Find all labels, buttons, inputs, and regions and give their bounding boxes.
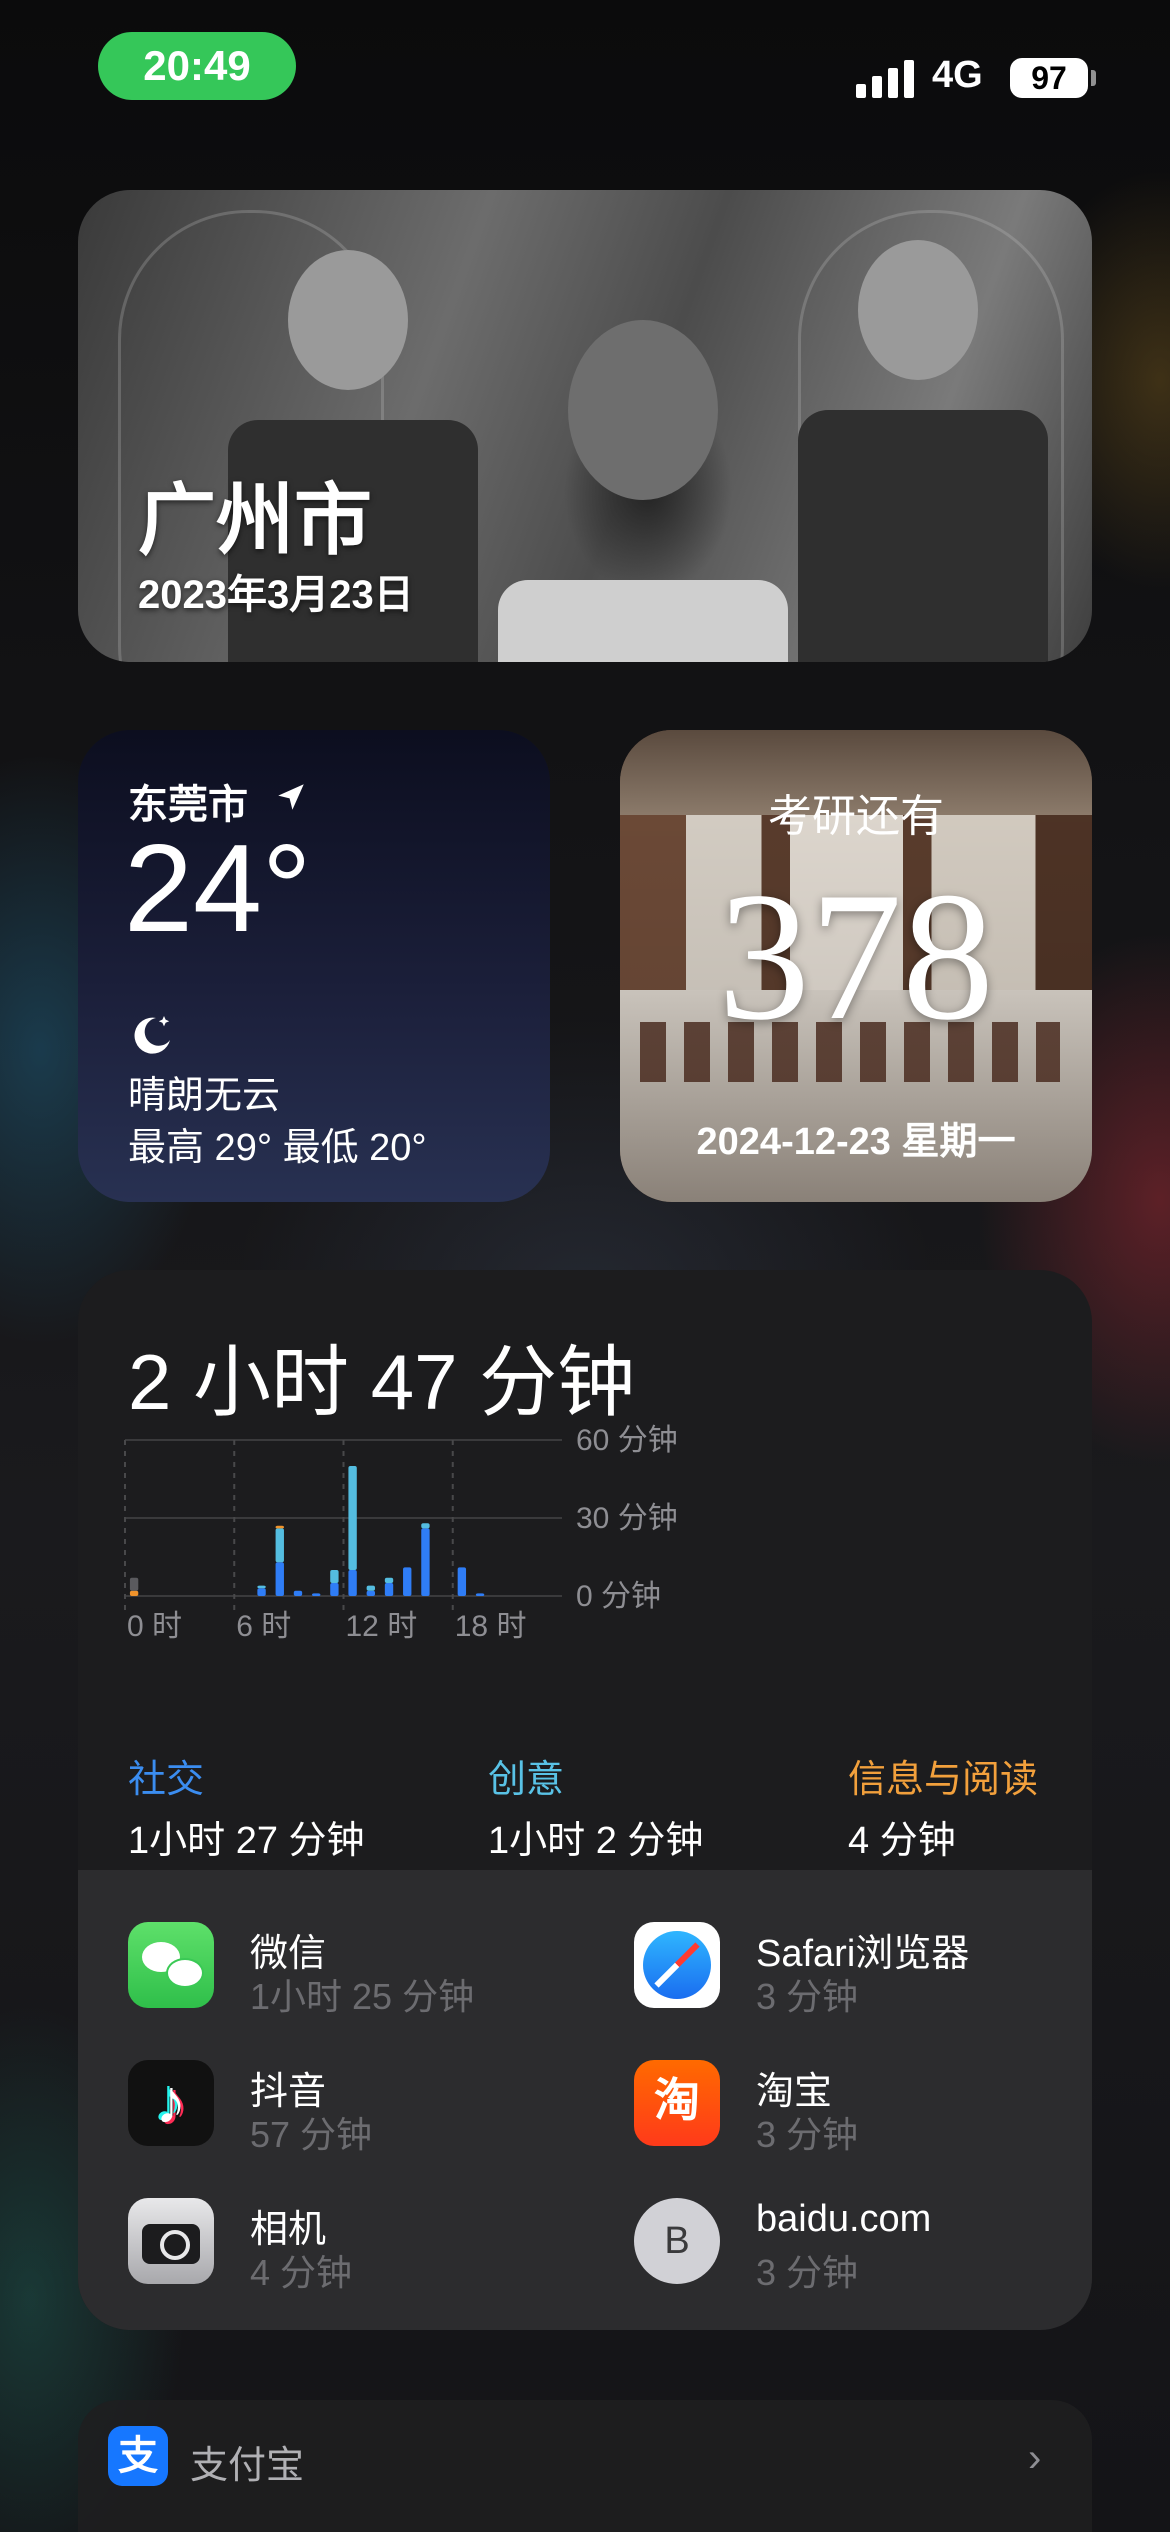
chart-bar — [348, 1570, 357, 1596]
battery-icon: 97 — [1010, 58, 1088, 98]
photo-figure-left-head — [288, 250, 408, 390]
photo-date: 2023年3月23日 — [138, 573, 414, 617]
app-time: 3 分钟 — [756, 1976, 859, 2017]
status-bar: 20:49 4G 97 — [0, 0, 1170, 110]
douyin-icon: ♪ — [128, 2060, 214, 2146]
category-2[interactable]: 信息与阅读 4 分钟 — [848, 1748, 1038, 1864]
chart-x-tick-label: 12 时 — [346, 1610, 418, 1643]
app-time: 3 分钟 — [756, 2252, 859, 2293]
photo-city: 广州市 — [138, 476, 373, 564]
chart-bar — [421, 1523, 430, 1529]
chart-bar — [348, 1466, 357, 1570]
chart-x-tick-label: 18 时 — [455, 1610, 527, 1643]
countdown-title: 考研还有 — [768, 792, 944, 841]
chart-x-tick-label: 0 时 — [127, 1610, 182, 1643]
battery-tip — [1091, 70, 1096, 86]
photo-person-head — [568, 320, 718, 500]
category-1[interactable]: 创意 1小时 2 分钟 — [488, 1748, 703, 1864]
app-usage-list: 微信 1小时 25 分钟 Safari浏览器 3 分钟 ♪ 抖音 57 分钟淘淘宝 3 分钟相… — [78, 1870, 1092, 2330]
chart-bar — [330, 1570, 339, 1583]
app-time: 1小时 25 分钟 — [250, 1976, 475, 2017]
app-row[interactable]: 相机 4 分钟 — [128, 2194, 608, 2294]
category-name: 创意 — [488, 1759, 565, 1801]
chart-x-tick-label: 6 时 — [236, 1610, 291, 1643]
chart-bar — [384, 1577, 394, 1583]
app-row[interactable]: Bbaidu.com 3 分钟 — [634, 2194, 1092, 2294]
screen-time-widget[interactable]: 2 小时 47 分钟 0 时6 时 12 时 18 时 60 分钟 30 分钟 0 分钟 … — [78, 1270, 1092, 2330]
photo-figure-right-head — [858, 240, 978, 380]
chart-bar — [275, 1562, 284, 1596]
chevron-right-icon: › — [1028, 2436, 1042, 2480]
app-time: 3 分钟 — [756, 2114, 859, 2155]
chart-bar — [129, 1577, 139, 1591]
chart-bar — [129, 1590, 139, 1596]
category-name: 信息与阅读 — [848, 1759, 1039, 1801]
chart-bar — [366, 1590, 376, 1596]
photo-figure-right-body — [798, 410, 1048, 662]
safari-compass-icon — [634, 1922, 720, 2008]
category-name: 社交 — [128, 1759, 205, 1801]
countdown-widget[interactable]: 考研还有 378 2024-12-23 星期一 — [620, 730, 1092, 1202]
screen-time-total: 2 小时 47 分钟 — [128, 1338, 636, 1426]
weather-widget[interactable]: 东莞市 24° 晴朗无云 最高 29° 最低 20° — [78, 730, 550, 1202]
chart-bar — [421, 1528, 430, 1596]
chart-bar — [457, 1567, 467, 1596]
alipay-widget[interactable]: 支 支付宝 › — [78, 2400, 1092, 2532]
chart-bar — [257, 1585, 266, 1589]
category-0[interactable]: 社交 1小时 27 分钟 — [128, 1748, 365, 1864]
photo-widget[interactable]: 广州市 2023年3月23日 — [78, 190, 1092, 662]
chart-bar — [366, 1585, 376, 1591]
app-time: 57 分钟 — [250, 2114, 373, 2155]
countdown-date: 2024-12-23 星期一 — [696, 1121, 1016, 1163]
app-time: 4 分钟 — [250, 2252, 353, 2293]
moon-stars-icon — [134, 1016, 170, 1054]
chart-y-tick-label: 60 分钟 — [576, 1424, 678, 1457]
chart-y-tick-label: 30 分钟 — [576, 1502, 678, 1535]
app-name: baidu.com — [756, 2198, 932, 2240]
category-time: 1小时 27 分钟 — [128, 1820, 365, 1862]
app-row[interactable]: ♪ 抖音 57 分钟 — [128, 2056, 608, 2156]
weather-temperature: 24° — [124, 820, 312, 958]
chart-bar — [384, 1583, 394, 1596]
chart-bar — [475, 1593, 485, 1596]
status-time[interactable]: 20:49 — [98, 32, 296, 100]
chart-bar — [275, 1528, 284, 1563]
countdown-days: 378 — [718, 854, 994, 1058]
photo-person-body — [498, 580, 788, 662]
taobao-icon: 淘 — [634, 2060, 720, 2146]
alipay-label: 支付宝 — [190, 2445, 305, 2487]
chart-bar — [257, 1588, 266, 1596]
alipay-icon-glyph: 支 — [118, 2434, 158, 2478]
location-arrow-icon — [278, 784, 304, 810]
letter-b-icon: B — [634, 2198, 720, 2284]
category-time: 4 分钟 — [848, 1820, 956, 1862]
camera-icon — [128, 2198, 214, 2284]
chart-bar — [293, 1590, 303, 1596]
category-summary: 社交 1小时 27 分钟 创意 1小时 2 分钟 信息与阅读 4 分钟 — [128, 1748, 1058, 1862]
category-time: 1小时 2 分钟 — [488, 1820, 704, 1862]
network-type: 4G — [932, 54, 983, 96]
app-icon-letter: B — [634, 2198, 720, 2284]
app-row[interactable]: 淘淘宝 3 分钟 — [634, 2056, 1092, 2156]
chart-bar — [330, 1583, 339, 1596]
chart-bar — [311, 1593, 321, 1596]
weather-range: 最高 29° 最低 20° — [128, 1127, 427, 1169]
chart-bar — [275, 1525, 284, 1529]
alipay-icon: 支 — [108, 2426, 168, 2486]
app-row[interactable]: 微信 1小时 25 分钟 — [128, 1918, 608, 2018]
chart-bar — [403, 1567, 412, 1596]
app-row[interactable]: Safari浏览器 3 分钟 — [634, 1918, 1092, 2018]
weather-condition: 晴朗无云 — [128, 1075, 281, 1117]
chart-y-tick-label: 0 分钟 — [576, 1580, 661, 1613]
wechat-icon — [128, 1922, 214, 2008]
cellular-signal-icon — [856, 58, 914, 98]
usage-bar-chart: 0 时 6 时 12 时 18 时 60 分钟 30 分钟 0 分钟 — [124, 1424, 678, 1643]
